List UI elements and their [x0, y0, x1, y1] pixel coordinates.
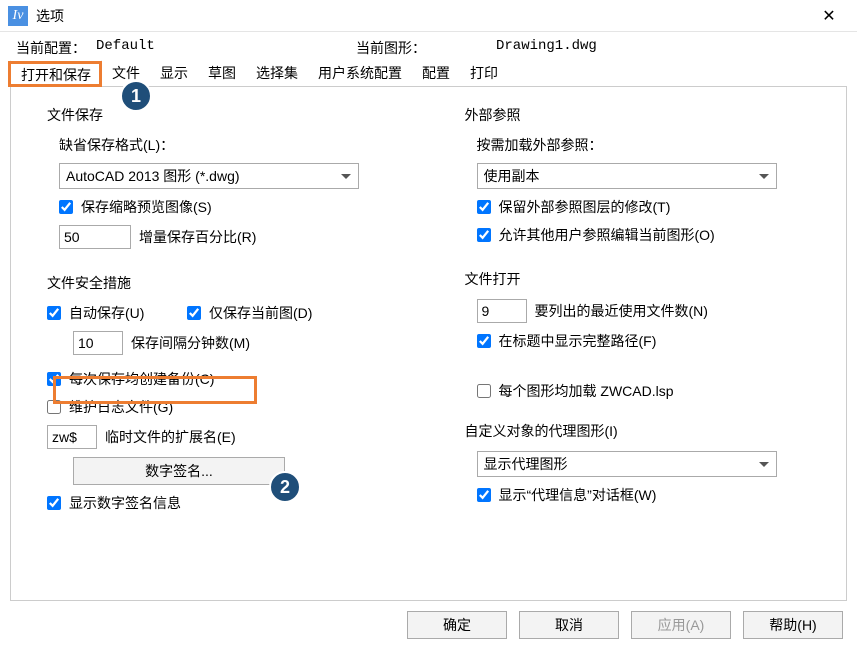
- digital-signature-button[interactable]: 数字签名...: [73, 457, 285, 485]
- group-proxy: 自定义对象的代理图形(I): [465, 421, 825, 441]
- allow-other-edit-checkbox[interactable]: [477, 228, 491, 242]
- xref-load-label: 按需加载外部参照：: [477, 135, 603, 155]
- current-drawing-label: 当前图形：: [356, 38, 426, 58]
- xref-load-select[interactable]: 使用副本: [477, 163, 777, 189]
- proxy-display-select[interactable]: 显示代理图形: [477, 451, 777, 477]
- autosave-checkbox[interactable]: [47, 306, 61, 320]
- default-format-select[interactable]: AutoCAD 2013 图形 (*.dwg): [59, 163, 359, 189]
- load-lisp-checkbox[interactable]: [477, 384, 491, 398]
- app-icon: Iv: [8, 6, 28, 26]
- recent-files-label: 要列出的最近使用文件数(N): [535, 301, 708, 321]
- create-backup-label: 每次保存均创建备份(C): [69, 369, 214, 389]
- content-panel: 2 文件保存 缺省保存格式(L)： AutoCAD 2013 图形 (*.dwg…: [10, 86, 847, 601]
- ok-button[interactable]: 确定: [407, 611, 507, 639]
- autosave-label: 自动保存(U): [69, 303, 179, 323]
- tab-plot[interactable]: 打印: [460, 60, 508, 86]
- apply-button[interactable]: 应用(A): [631, 611, 731, 639]
- header-row: 当前配置： Default 当前图形： Drawing1.dwg: [0, 32, 857, 60]
- close-button[interactable]: ✕: [809, 2, 849, 30]
- tab-display[interactable]: 显示: [150, 60, 198, 86]
- tabs: 打开和保存 文件 显示 草图 选择集 用户系统配置 配置 打印: [0, 60, 857, 86]
- only-current-label: 仅保存当前图(D): [209, 303, 312, 323]
- autosave-interval-input[interactable]: [73, 331, 123, 355]
- log-file-checkbox[interactable]: [47, 400, 61, 414]
- proxy-dialog-checkbox[interactable]: [477, 488, 491, 502]
- tab-file[interactable]: 文件: [102, 60, 150, 86]
- help-button[interactable]: 帮助(H): [743, 611, 843, 639]
- tab-user-prefs[interactable]: 用户系统配置: [308, 60, 412, 86]
- footer-buttons: 确定 取消 应用(A) 帮助(H): [0, 601, 857, 649]
- thumbnail-checkbox[interactable]: [59, 200, 73, 214]
- only-current-checkbox[interactable]: [187, 306, 201, 320]
- group-xref: 外部参照: [465, 105, 825, 125]
- recent-files-input[interactable]: [477, 299, 527, 323]
- group-file-safety: 文件安全措施: [47, 273, 407, 293]
- window-title: 选项: [36, 6, 809, 26]
- temp-ext-input[interactable]: [47, 425, 97, 449]
- log-file-label: 维护日志文件(G): [69, 397, 173, 417]
- current-drawing-value: Drawing1.dwg: [496, 38, 597, 58]
- proxy-dialog-label: 显示“代理信息”对话框(W): [499, 485, 657, 505]
- titlebar: Iv 选项 ✕: [0, 0, 857, 32]
- temp-ext-label: 临时文件的扩展名(E): [105, 427, 236, 447]
- group-file-save: 文件保存: [47, 105, 407, 125]
- incremental-percent-input[interactable]: [59, 225, 131, 249]
- show-signature-checkbox[interactable]: [47, 496, 61, 510]
- right-column: 外部参照 按需加载外部参照： 使用副本 保留外部参照图层的修改(T) 允许其他用…: [429, 87, 847, 600]
- load-lisp-label: 每个图形均加载 ZWCAD.lsp: [499, 381, 674, 401]
- tab-profiles[interactable]: 配置: [412, 60, 460, 86]
- allow-other-edit-label: 允许其他用户参照编辑当前图形(O): [499, 225, 715, 245]
- tab-open-save[interactable]: 打开和保存: [10, 60, 102, 86]
- current-config-label: 当前配置：: [16, 38, 86, 58]
- tab-draft[interactable]: 草图: [198, 60, 246, 86]
- default-format-label: 缺省保存格式(L)：: [59, 135, 174, 155]
- tab-selection[interactable]: 选择集: [246, 60, 308, 86]
- group-file-open: 文件打开: [465, 269, 825, 289]
- current-config-value: Default: [96, 38, 346, 58]
- left-column: 文件保存 缺省保存格式(L)： AutoCAD 2013 图形 (*.dwg) …: [11, 87, 429, 600]
- create-backup-checkbox[interactable]: [47, 372, 61, 386]
- incremental-percent-label: 增量保存百分比(R): [139, 227, 256, 247]
- retain-layer-checkbox[interactable]: [477, 200, 491, 214]
- autosave-interval-label: 保存间隔分钟数(M): [131, 333, 250, 353]
- fullpath-checkbox[interactable]: [477, 334, 491, 348]
- fullpath-label: 在标题中显示完整路径(F): [499, 331, 657, 351]
- show-signature-label: 显示数字签名信息: [69, 493, 181, 513]
- cancel-button[interactable]: 取消: [519, 611, 619, 639]
- thumbnail-label: 保存缩略预览图像(S): [81, 197, 212, 217]
- retain-layer-label: 保留外部参照图层的修改(T): [499, 197, 671, 217]
